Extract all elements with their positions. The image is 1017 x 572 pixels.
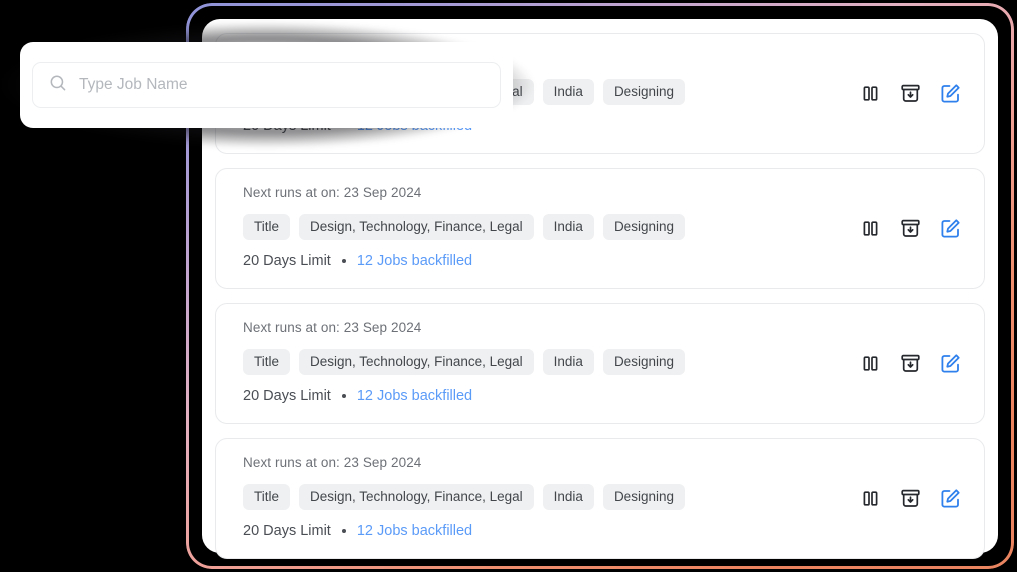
archive-icon[interactable] xyxy=(898,352,922,376)
chip-group: Title Design, Technology, Finance, Legal… xyxy=(243,483,962,510)
app-window: Next runs at on: 23 Sep 2024 Title Desig… xyxy=(0,0,1017,572)
chip-category: Designing xyxy=(602,78,685,105)
days-limit-label: 20 Days Limit xyxy=(243,388,331,404)
chip-departments: Design, Technology, Finance, Legal xyxy=(299,483,534,510)
chip-title: Title xyxy=(243,213,291,240)
pause-icon[interactable] xyxy=(858,487,882,511)
pause-icon[interactable] xyxy=(858,217,882,241)
edit-icon[interactable] xyxy=(938,352,962,376)
chip-location: India xyxy=(542,78,594,105)
jobs-backfilled-link[interactable]: 12 Jobs backfilled xyxy=(357,389,472,404)
meta-separator-dot xyxy=(341,394,346,399)
archive-icon[interactable] xyxy=(898,487,922,511)
row-actions xyxy=(858,487,962,511)
chip-group: Title Design, Technology, Finance, Legal… xyxy=(243,348,962,375)
edit-icon[interactable] xyxy=(938,217,962,241)
archive-icon[interactable] xyxy=(898,217,922,241)
chip-title: Title xyxy=(243,348,291,375)
jobs-backfilled-link[interactable]: 12 Jobs backfilled xyxy=(357,524,472,539)
next-run-label: Next runs at on: 23 Sep 2024 xyxy=(243,455,422,470)
job-meta: 20 Days Limit 12 Jobs backfilled xyxy=(243,524,962,539)
job-meta: 20 Days Limit 12 Jobs backfilled xyxy=(243,254,962,269)
pause-icon[interactable] xyxy=(858,82,882,106)
meta-separator-dot xyxy=(341,259,346,264)
days-limit-label: 20 Days Limit xyxy=(243,523,331,539)
job-card[interactable]: Next runs at on: 23 Sep 2024 Title Desig… xyxy=(215,303,985,424)
chip-location: India xyxy=(542,348,594,375)
edit-icon[interactable] xyxy=(938,82,962,106)
chip-category: Designing xyxy=(602,483,685,510)
chip-group: Title Design, Technology, Finance, Legal… xyxy=(243,213,962,240)
days-limit-label: 20 Days Limit xyxy=(243,253,331,269)
row-actions xyxy=(858,352,962,376)
row-actions xyxy=(858,217,962,241)
archive-icon[interactable] xyxy=(898,82,922,106)
next-run-label: Next runs at on: 23 Sep 2024 xyxy=(243,185,422,200)
search-input[interactable] xyxy=(79,76,484,94)
pause-icon[interactable] xyxy=(858,352,882,376)
search-panel xyxy=(20,42,513,128)
chip-departments: Design, Technology, Finance, Legal xyxy=(299,213,534,240)
chip-category: Designing xyxy=(602,213,685,240)
search-icon xyxy=(49,74,67,97)
chip-location: India xyxy=(542,483,594,510)
chip-location: India xyxy=(542,213,594,240)
meta-separator-dot xyxy=(341,529,346,534)
jobs-backfilled-link[interactable]: 12 Jobs backfilled xyxy=(357,254,472,269)
chip-category: Designing xyxy=(602,348,685,375)
edit-icon[interactable] xyxy=(938,487,962,511)
chip-departments: Design, Technology, Finance, Legal xyxy=(299,348,534,375)
job-card[interactable]: Next runs at on: 23 Sep 2024 Title Desig… xyxy=(215,438,985,559)
job-card[interactable]: Next runs at on: 23 Sep 2024 Title Desig… xyxy=(215,168,985,289)
search-field[interactable] xyxy=(32,62,501,108)
job-meta: 20 Days Limit 12 Jobs backfilled xyxy=(243,389,962,404)
chip-title: Title xyxy=(243,483,291,510)
row-actions xyxy=(858,82,962,106)
next-run-label: Next runs at on: 23 Sep 2024 xyxy=(243,320,422,335)
